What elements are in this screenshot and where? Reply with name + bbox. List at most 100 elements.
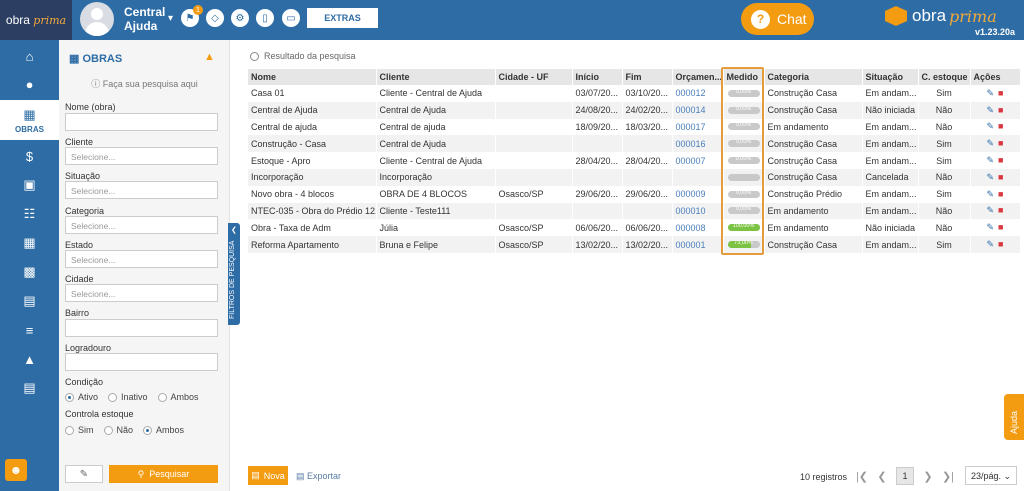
edit-icon[interactable]: ✎ — [987, 155, 995, 166]
edit-icon[interactable]: ✎ — [987, 105, 995, 116]
last-page-icon[interactable]: ❯| — [938, 470, 958, 483]
estado-select[interactable]: Selecione... — [65, 250, 218, 268]
cell-orcamento[interactable]: 000012 — [672, 85, 724, 102]
table-row[interactable]: Estoque - Apro Cliente - Central de Ajuda… — [248, 152, 1021, 169]
column-header[interactable]: Categoria — [764, 69, 863, 85]
estoque-sim-radio[interactable]: Sim — [65, 425, 94, 435]
prev-page-icon[interactable]: ❮ — [872, 470, 892, 483]
filter-toggle-tab[interactable]: ❮ FILTROS DE PESQUISA — [228, 223, 240, 325]
edit-icon[interactable]: ✎ — [987, 121, 995, 132]
chat-button[interactable]: ? Chat — [741, 3, 814, 35]
table-row[interactable]: Reforma Apartamento Bruna e Felipe Osasco/… — [248, 236, 1021, 253]
extras-button[interactable]: EXTRAS — [307, 8, 378, 28]
column-header[interactable]: Fim — [622, 69, 673, 85]
cell-orcamento[interactable]: 000007 — [672, 152, 724, 169]
table-row[interactable]: Central de ajuda Central de ajuda 18/09/20… — [248, 118, 1021, 136]
help-tab[interactable]: Ajuda — [1004, 394, 1024, 440]
checklist-icon[interactable]: ≡ — [0, 316, 59, 344]
cell-orcamento[interactable]: 000001 — [672, 236, 724, 253]
trash-icon[interactable]: ■ — [998, 138, 1003, 148]
table-row[interactable]: Central de Ajuda Central de Ajuda 24/08/20… — [248, 101, 1021, 119]
trash-icon[interactable]: ■ — [998, 205, 1003, 215]
column-header[interactable]: Início — [572, 69, 623, 85]
next-page-icon[interactable]: ❯ — [918, 470, 938, 483]
cell-orcamento[interactable]: 000008 — [672, 219, 724, 237]
mobile-icon[interactable]: ▯ — [256, 9, 274, 27]
chart-icon[interactable]: ▲ — [0, 345, 59, 373]
first-page-icon[interactable]: |❮ — [852, 470, 872, 483]
gear-icon[interactable]: ⚙ — [231, 9, 249, 27]
nome-input[interactable] — [65, 113, 218, 131]
trash-icon[interactable]: ■ — [998, 222, 1003, 232]
condicao-ativo-radio[interactable]: Ativo — [65, 392, 98, 402]
current-page[interactable]: 1 — [896, 467, 914, 485]
column-header[interactable]: C. estoque — [918, 69, 971, 85]
trash-icon[interactable]: ■ — [998, 239, 1003, 249]
cart-icon[interactable]: ☷ — [0, 200, 59, 228]
edit-icon[interactable]: ✎ — [987, 205, 995, 216]
money-icon[interactable]: $ — [0, 142, 59, 170]
condicao-ambos-radio[interactable]: Ambos — [157, 392, 199, 402]
trash-icon[interactable]: ■ — [998, 121, 1003, 131]
estoque-nao-radio[interactable]: Não — [103, 425, 133, 435]
support-chat-icon[interactable]: ☻ — [5, 459, 27, 481]
estoque-ambos-radio[interactable]: Ambos — [143, 425, 184, 435]
truck-icon[interactable]: ▣ — [0, 171, 59, 199]
column-header[interactable]: Cliente — [376, 69, 496, 85]
column-header[interactable]: Cidade - UF — [495, 69, 573, 85]
chevron-down-icon[interactable]: ▾ — [168, 13, 173, 24]
edit-icon[interactable]: ✎ — [987, 138, 995, 149]
column-header[interactable]: Medido — [723, 69, 765, 85]
user-name[interactable]: Central Ajuda — [124, 5, 165, 33]
desktop-icon[interactable]: ▭ — [282, 9, 300, 27]
per-page-select[interactable]: 23/pág. ⌄ — [965, 466, 1017, 485]
edit-icon[interactable]: ✎ — [987, 189, 995, 200]
avatar[interactable] — [80, 2, 114, 36]
cell-orcamento[interactable] — [672, 168, 724, 186]
cidade-select[interactable]: Selecione... — [65, 284, 218, 302]
report-icon[interactable]: ▤ — [0, 374, 59, 402]
export-link[interactable]: ▤ Exportar — [296, 471, 341, 482]
edit-icon[interactable]: ✎ — [987, 88, 995, 99]
calculator-icon[interactable]: ▦ — [0, 229, 59, 257]
cliente-select[interactable]: Selecione... — [65, 147, 218, 165]
graduation-cap-icon[interactable]: ▲ — [204, 51, 215, 63]
table-row[interactable]: Obra - Taxa de Adm Júlia Osasco/SP 06/06/20… — [248, 219, 1021, 237]
situacao-select[interactable]: Selecione... — [65, 181, 218, 199]
home-icon[interactable]: ⌂ — [0, 42, 59, 70]
trash-icon[interactable]: ■ — [998, 172, 1003, 182]
trash-icon[interactable]: ■ — [998, 88, 1003, 98]
nav-item-obras[interactable]: ▦ OBRAS — [0, 100, 59, 140]
cell-orcamento[interactable]: 000009 — [672, 185, 724, 203]
column-header[interactable]: Ações — [970, 69, 1021, 85]
app-logo[interactable]: obra prima — [0, 0, 72, 40]
user-icon[interactable]: ● — [0, 70, 59, 98]
boxes-icon[interactable]: ▩ — [0, 258, 59, 286]
nova-button[interactable]: ▤ Nova — [248, 466, 288, 485]
edit-icon[interactable]: ✎ — [987, 222, 995, 233]
column-header[interactable]: Orçamen... — [672, 69, 724, 85]
bairro-input[interactable] — [65, 319, 218, 337]
clear-filters-button[interactable]: ✎ — [65, 465, 103, 483]
condicao-inativo-radio[interactable]: Inativo — [108, 392, 148, 402]
table-row[interactable]: Incorporação Incorporação Construção Casa C… — [248, 168, 1021, 186]
table-row[interactable]: Novo obra - 4 blocos OBRA DE 4 BLOCOS Osas… — [248, 185, 1021, 203]
trash-icon[interactable]: ■ — [998, 155, 1003, 165]
table-row[interactable]: NTEC-035 - Obra do Prédio 12... Cliente -… — [248, 202, 1021, 220]
cell-orcamento[interactable]: 000016 — [672, 135, 724, 153]
trash-icon[interactable]: ■ — [998, 189, 1003, 199]
logradouro-input[interactable] — [65, 353, 218, 371]
search-button[interactable]: ⚲ Pesquisar — [109, 465, 218, 483]
cell-orcamento[interactable]: 000014 — [672, 101, 724, 119]
categoria-select[interactable]: Selecione... — [65, 216, 218, 234]
edit-icon[interactable]: ✎ — [987, 239, 995, 250]
document-icon[interactable]: ▤ — [0, 287, 59, 315]
column-header[interactable]: Situação — [862, 69, 919, 85]
table-row[interactable]: Casa 01 Cliente - Central de Ajuda 03/07/2… — [248, 85, 1021, 102]
layers-icon[interactable]: ◇ — [206, 9, 224, 27]
edit-icon[interactable]: ✎ — [987, 172, 995, 183]
column-header[interactable]: Nome — [248, 69, 377, 85]
trash-icon[interactable]: ■ — [998, 105, 1003, 115]
cell-orcamento[interactable]: 000017 — [672, 118, 724, 136]
table-row[interactable]: Construção - Casa Central de Ajuda 000016 0… — [248, 135, 1021, 153]
